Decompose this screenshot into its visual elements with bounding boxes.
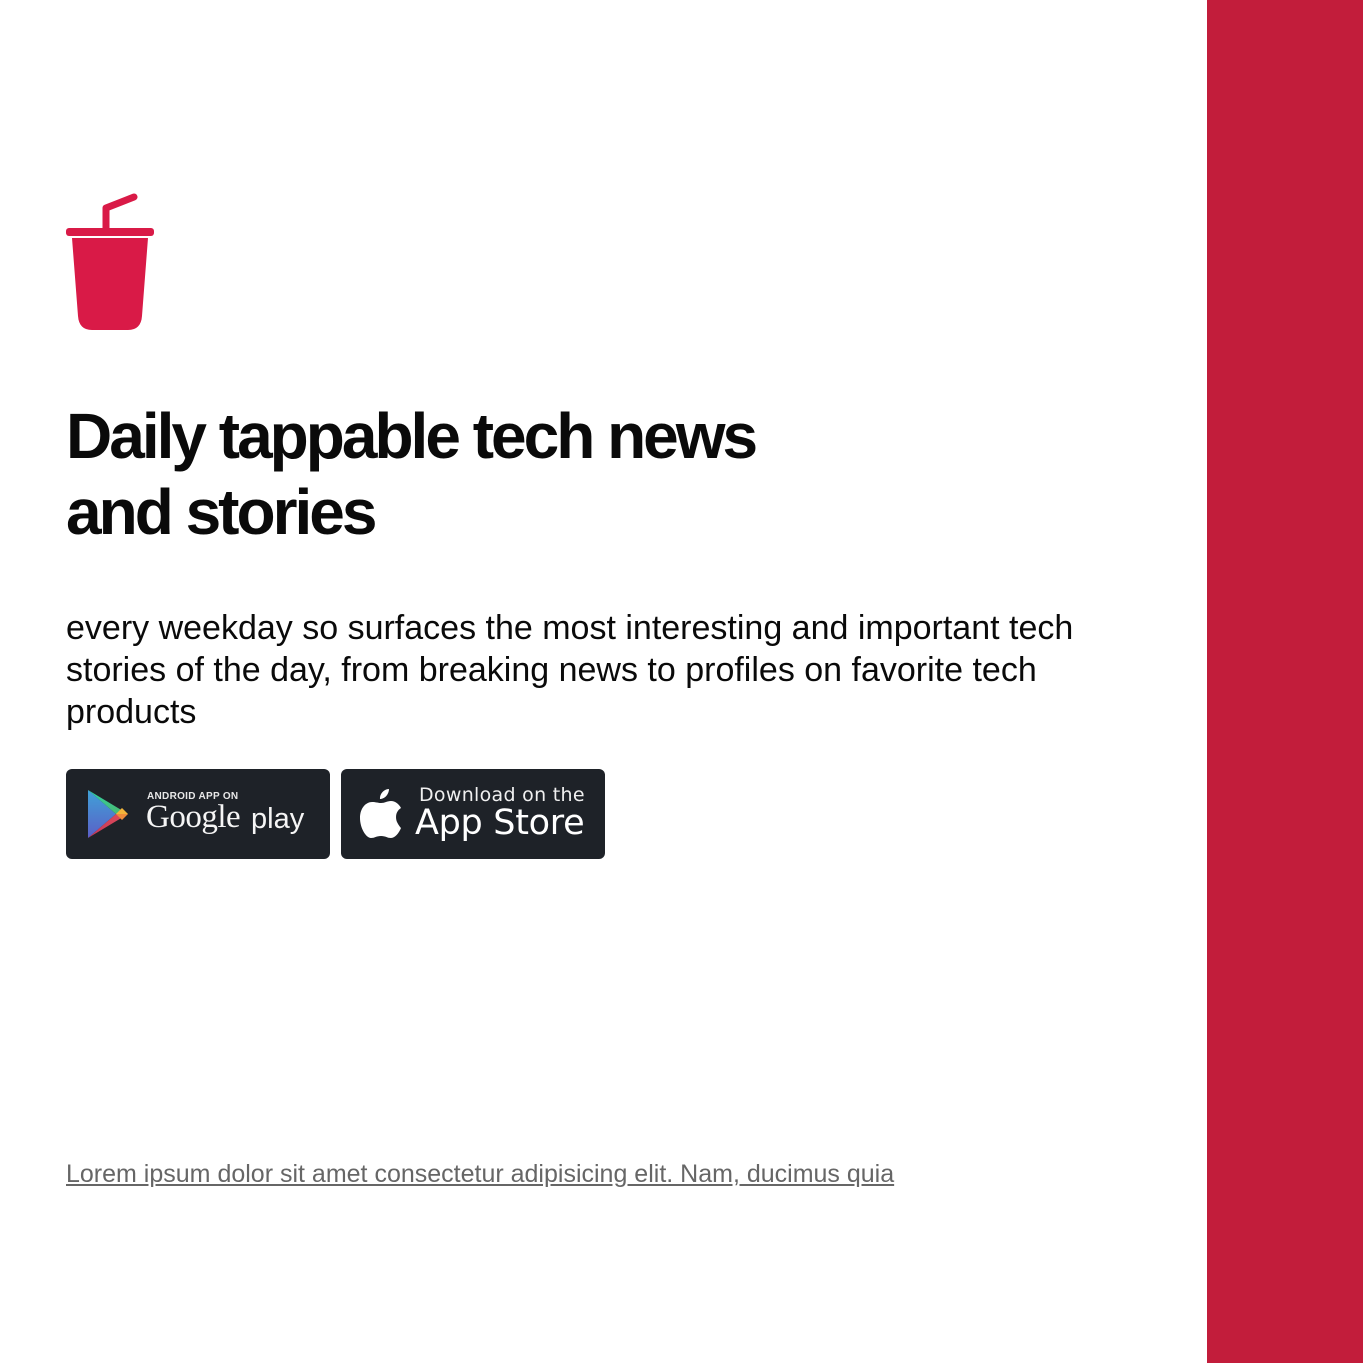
hero-description: every weekday so surfaces the most inter…: [66, 609, 1074, 731]
google-play-button[interactable]: ANDROID APP ON Google play: [66, 769, 330, 859]
footer-link[interactable]: Lorem ipsum dolor sit amet consectetur a…: [66, 1160, 894, 1189]
headline-line-2: and stories: [66, 476, 377, 548]
landing-page: Daily tappable tech news and stories eve…: [0, 0, 1363, 1363]
headline-line-1: Daily tappable tech news: [66, 400, 758, 472]
google-play-product-label: play: [251, 803, 305, 835]
apple-icon: [360, 789, 401, 838]
app-store-button[interactable]: Download on the App Store: [341, 769, 605, 859]
cup-with-straw-icon: [66, 193, 154, 330]
accent-side-bar: [1207, 0, 1363, 1363]
page-title: Daily tappable tech news and stories: [66, 398, 966, 550]
google-play-brand-label: Google: [146, 799, 241, 835]
google-play-icon: [88, 790, 128, 838]
app-store-big-label: App Store: [415, 803, 585, 843]
